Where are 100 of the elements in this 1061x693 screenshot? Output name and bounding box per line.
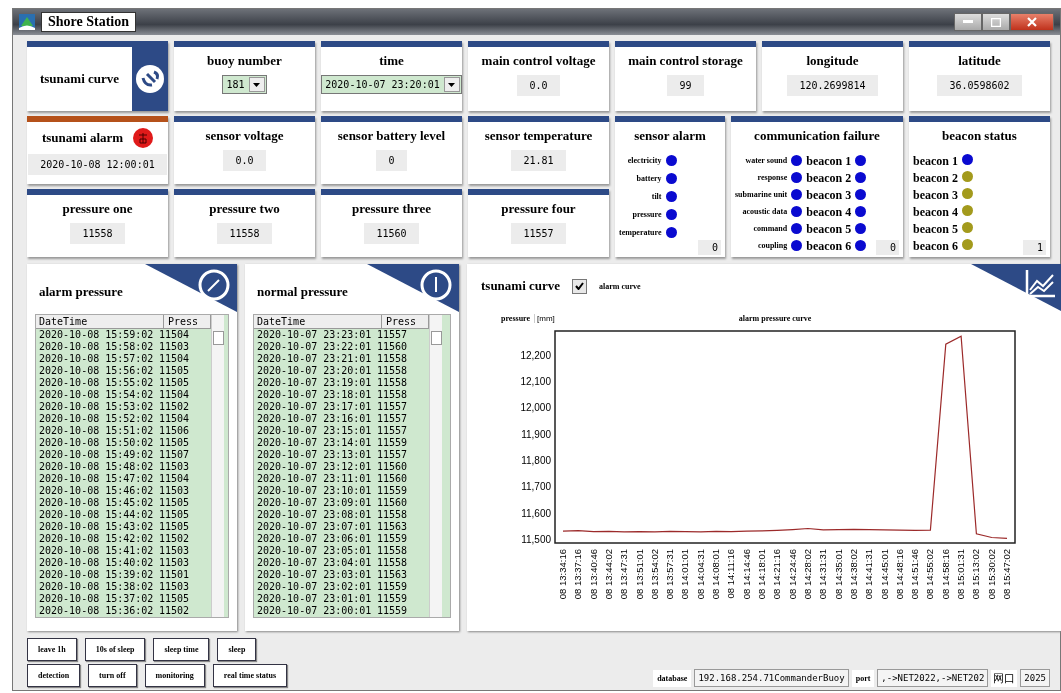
unit-label: [mm] bbox=[534, 314, 555, 323]
table-cell-text: 11559 bbox=[377, 485, 409, 497]
indicator-label: water sound bbox=[744, 154, 788, 166]
status-field[interactable]: 192.168.254.71CommanderBuoy bbox=[694, 669, 849, 687]
table-cell-text: 11559 bbox=[377, 581, 409, 593]
table-cell-text: 11559 bbox=[377, 605, 409, 617]
table-cell-text: 2020-10-07 23:17:01 bbox=[256, 401, 373, 413]
status-field[interactable]: ,->NET2022,->NET202 bbox=[877, 669, 989, 687]
table-cell-text: 2020-10-08 15:55:02 bbox=[38, 377, 155, 389]
card-title: main control voltage bbox=[481, 53, 596, 69]
dropdown[interactable]: 181 bbox=[222, 75, 267, 94]
column-header[interactable]: DateTime bbox=[36, 315, 164, 328]
table-cell-text: 2020-10-08 15:51:02 bbox=[38, 425, 155, 437]
table-cell-text: 2020-10-08 15:38:02 bbox=[38, 581, 155, 593]
table-cell-text: 11501 bbox=[159, 569, 191, 581]
table-cell-text: 2020-10-07 23:03:01 bbox=[256, 569, 373, 581]
card-title: longitude bbox=[806, 53, 859, 69]
table-cell-text: 11504 bbox=[159, 353, 191, 365]
card-title: sensor battery level bbox=[337, 128, 446, 144]
table-cell-text: 11505 bbox=[159, 365, 191, 377]
table-cell-text: 2020-10-08 15:39:02 bbox=[38, 569, 155, 581]
table-cell-text: 2020-10-08 15:47:02 bbox=[38, 473, 155, 485]
y-tick-label: 11,800 bbox=[521, 455, 551, 467]
value-field: 0 bbox=[376, 150, 407, 171]
table-cell-text: 11504 bbox=[159, 413, 191, 425]
command-button[interactable]: real time status bbox=[212, 664, 288, 687]
table-cell-text: 2020-10-08 15:58:02 bbox=[38, 341, 155, 353]
command-button[interactable]: detection bbox=[27, 664, 81, 687]
y-tick-label: 12,100 bbox=[520, 376, 551, 388]
command-button[interactable]: sleep bbox=[217, 638, 257, 661]
x-tick-label: 08 14:11:16 bbox=[725, 549, 737, 599]
x-tick-label: 08 14:51:46 bbox=[909, 549, 921, 600]
table-cell-text: 2020-10-07 23:13:01 bbox=[256, 449, 373, 461]
card-title: tsunami alarm bbox=[41, 130, 124, 146]
x-tick-label: 08 13:40:46 bbox=[587, 549, 599, 600]
x-tick-label: 08 14:01:01 bbox=[679, 549, 691, 600]
card-title: pressure three bbox=[351, 201, 432, 217]
maximize-icon bbox=[991, 17, 1001, 27]
close-button[interactable] bbox=[1010, 13, 1054, 31]
table-cell-text: 2020-10-08 15:42:02 bbox=[38, 533, 155, 545]
table-cell-text: 11557 bbox=[377, 401, 409, 413]
y-tick-label: 11,700 bbox=[521, 481, 551, 493]
table-cell-text: 11558 bbox=[377, 509, 409, 521]
scrollbar[interactable] bbox=[429, 315, 442, 617]
y-tick-label: 12,000 bbox=[520, 402, 551, 414]
table-cell-text: 2020-10-08 15:40:02 bbox=[38, 557, 155, 569]
table-cell-text: 11560 bbox=[377, 473, 409, 485]
count-field: 0 bbox=[697, 240, 721, 255]
x-tick-label: 08 14:28:02 bbox=[801, 549, 813, 600]
gauge-icon bbox=[419, 268, 453, 302]
x-tick-label: 08 13:44:02 bbox=[602, 549, 614, 600]
app-icon bbox=[19, 14, 35, 30]
status-field[interactable]: 2025 bbox=[1020, 669, 1050, 687]
command-button[interactable]: leave 1h bbox=[27, 638, 77, 661]
table-cell-text: 11560 bbox=[377, 461, 409, 473]
table-cell-text: 2020-10-08 15:46:02 bbox=[38, 485, 155, 497]
table-cell-text: 11558 bbox=[377, 365, 409, 377]
table-cell-text: 11504 bbox=[159, 329, 191, 341]
table-cell-text: 2020-10-07 23:16:01 bbox=[256, 413, 373, 425]
value-field: 11560 bbox=[364, 223, 419, 244]
minimize-button[interactable] bbox=[954, 13, 982, 31]
y-tick-label: 11,600 bbox=[521, 507, 551, 519]
value-field: 0.0 bbox=[517, 75, 560, 96]
scrollbar[interactable] bbox=[211, 315, 224, 617]
card-title: pressure one bbox=[62, 201, 133, 217]
column-header[interactable]: DateTime bbox=[254, 315, 382, 328]
value-field: 2020-10-08 12:00:01 bbox=[28, 154, 167, 175]
table-cell-text: 11558 bbox=[377, 389, 409, 401]
beacon-label: beacon 6 bbox=[913, 239, 958, 254]
command-button[interactable]: monitoring bbox=[144, 664, 205, 687]
table-cell-text: 2020-10-08 15:49:02 bbox=[38, 449, 155, 461]
command-button[interactable]: sleep time bbox=[153, 638, 210, 661]
y-tick-label: 12,200 bbox=[520, 349, 551, 361]
x-tick-label: 08 15:13:02 bbox=[970, 549, 982, 600]
indicator-label: response bbox=[756, 171, 788, 183]
table-cell-text: 2020-10-07 23:11:01 bbox=[256, 473, 373, 485]
checkbox[interactable] bbox=[572, 278, 588, 294]
table-cell-text: 11557 bbox=[377, 449, 409, 461]
beacon-label: beacon 6 bbox=[806, 239, 852, 254]
table-cell-text: 2020-10-07 23:07:01 bbox=[256, 521, 373, 533]
table-cell-text: 11505 bbox=[159, 593, 191, 605]
indicator-label: acoustic data bbox=[741, 205, 788, 217]
x-tick-label: 08 14:41:31 bbox=[863, 549, 875, 600]
command-button[interactable]: 10s of sleep bbox=[84, 638, 146, 661]
maximize-button[interactable] bbox=[982, 13, 1010, 31]
table-cell-text: 11507 bbox=[159, 449, 191, 461]
x-tick-label: 08 15:01:31 bbox=[955, 549, 967, 600]
command-button[interactable]: turn off bbox=[88, 664, 137, 687]
table-cell-text: 2020-10-07 23:01:01 bbox=[256, 593, 373, 605]
dropdown[interactable]: 2020-10-07 23:20:01 bbox=[321, 75, 462, 94]
beacon-label: beacon 2 bbox=[806, 171, 852, 186]
x-tick-label: 08 14:18:01 bbox=[756, 549, 768, 600]
table-cell-text: 2020-10-07 23:20:01 bbox=[256, 365, 373, 377]
table-cell-text: 2020-10-08 15:59:02 bbox=[38, 329, 155, 341]
value-field: 36.0598602 bbox=[937, 75, 1022, 96]
x-tick-label: 08 15:47:02 bbox=[1001, 549, 1012, 600]
table-cell-text: 11558 bbox=[377, 545, 409, 557]
indicator-label: tilt bbox=[650, 190, 662, 202]
table-cell-text: 2020-10-08 15:36:02 bbox=[38, 605, 155, 617]
check-icon bbox=[575, 282, 585, 290]
